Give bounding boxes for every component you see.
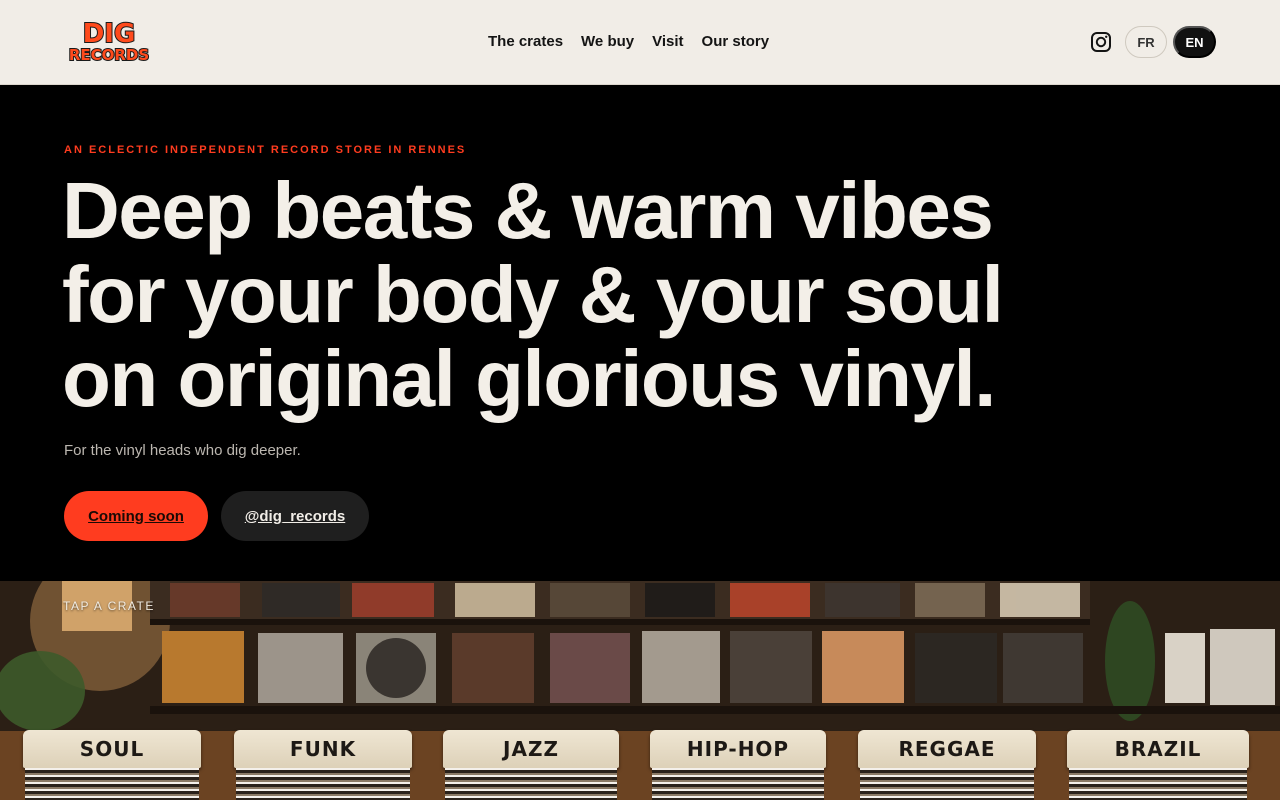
headline-line-1: Deep beats & warm vibes (62, 166, 994, 255)
crate-card: BRAZIL (1067, 730, 1249, 768)
nav-item-our-story[interactable]: Our story (702, 33, 770, 51)
logo-text-records: RECORDS (69, 46, 149, 64)
crate-label: FUNK (289, 737, 357, 761)
instagram-icon (1091, 32, 1111, 52)
crate-card: SOUL (23, 730, 201, 768)
hero-headline: Deep beats & warm vibes for your body & … (62, 166, 1004, 423)
crate-records (236, 768, 410, 800)
crate-records (1069, 768, 1247, 800)
crate-card: FUNK (234, 730, 412, 768)
crate-card: REGGAE (858, 730, 1036, 768)
site-header: DIG RECORDS The crates We buy Visit Our … (0, 0, 1280, 85)
crate-hip-hop[interactable]: HIP-HOP (650, 730, 826, 800)
main-nav: The crates We buy Visit Our story (488, 33, 769, 51)
crate-reggae[interactable]: REGGAE (858, 730, 1036, 800)
crate-card: JAZZ (443, 730, 619, 768)
crate-label: HIP-HOP (686, 737, 790, 761)
dig-records-logo: DIG RECORDS (68, 18, 150, 64)
nav-item-visit[interactable]: Visit (652, 33, 683, 51)
tap-a-crate-label: TAP A CRATE (63, 599, 155, 613)
crate-soul[interactable]: SOUL (23, 730, 201, 800)
crate-records (860, 768, 1034, 800)
headline-line-3: on original glorious vinyl. (62, 334, 996, 423)
language-fr-button[interactable]: FR (1125, 26, 1167, 58)
crates-section: TAP A CRATE SOUL FUNK JAZZ HIP-HOP REGGA… (0, 581, 1280, 800)
coming-soon-button[interactable]: Coming soon (64, 491, 208, 541)
hero-subtitle: For the vinyl heads who dig deeper. (64, 442, 301, 459)
language-en-button[interactable]: EN (1173, 26, 1216, 58)
nav-item-we-buy[interactable]: We buy (581, 33, 634, 51)
crate-funk[interactable]: FUNK (234, 730, 412, 800)
crate-label: REGGAE (898, 737, 996, 761)
logo-text-dig: DIG (83, 19, 136, 49)
crate-jazz[interactable]: JAZZ (443, 730, 619, 800)
crate-records (652, 768, 824, 800)
crate-brazil[interactable]: BRAZIL (1067, 730, 1249, 800)
hero-section: AN ECLECTIC INDEPENDENT RECORD STORE IN … (0, 85, 1280, 581)
instagram-link[interactable] (1090, 31, 1112, 53)
crate-label: JAZZ (503, 737, 559, 761)
headline-line-2: for your body & your soul (62, 250, 1004, 339)
crate-records (25, 768, 199, 800)
crate-card: HIP-HOP (650, 730, 826, 768)
crate-label: BRAZIL (1114, 737, 1202, 761)
crate-records (445, 768, 617, 800)
nav-item-the-crates[interactable]: The crates (488, 33, 563, 51)
instagram-handle-button[interactable]: @dig_records (221, 491, 369, 541)
crate-label: SOUL (79, 737, 145, 761)
hero-eyebrow: AN ECLECTIC INDEPENDENT RECORD STORE IN … (64, 144, 467, 156)
